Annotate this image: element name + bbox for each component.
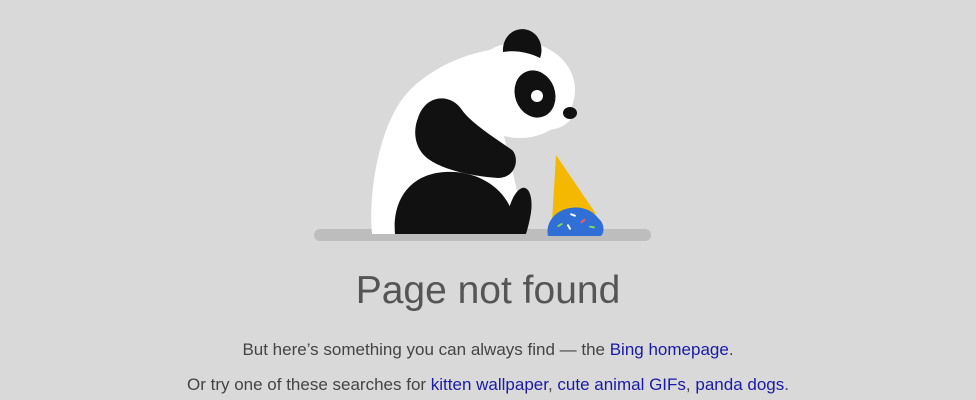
- not-found-page: Page not found But here’s something you …: [0, 0, 976, 400]
- search-suggestions: Or try one of these searches for kitten …: [0, 374, 976, 396]
- kitten-wallpaper-link[interactable]: kitten wallpaper: [431, 375, 548, 394]
- panda-icon: [371, 29, 577, 234]
- panda-eye: [531, 90, 543, 102]
- separator: ,: [685, 375, 696, 394]
- sad-panda-illustration: [314, 29, 651, 241]
- search-suggestions-text: Or try one of these searches for: [187, 375, 431, 394]
- bing-homepage-link[interactable]: Bing homepage: [610, 340, 729, 359]
- homepage-suggestion-text: But here’s something you can always find…: [242, 340, 610, 359]
- homepage-suggestion: But here’s something you can always find…: [0, 339, 976, 361]
- homepage-suggestion-period: .: [728, 340, 734, 359]
- page-title: Page not found: [355, 269, 621, 312]
- separator: ,: [547, 375, 558, 394]
- search-suggestions-period: .: [784, 375, 789, 394]
- ice-cream-cone-icon: [547, 155, 604, 236]
- panda-dogs-link[interactable]: panda dogs: [695, 375, 784, 394]
- panda-nose: [563, 107, 577, 119]
- cute-animal-gifs-link[interactable]: cute animal GIFs: [557, 375, 686, 394]
